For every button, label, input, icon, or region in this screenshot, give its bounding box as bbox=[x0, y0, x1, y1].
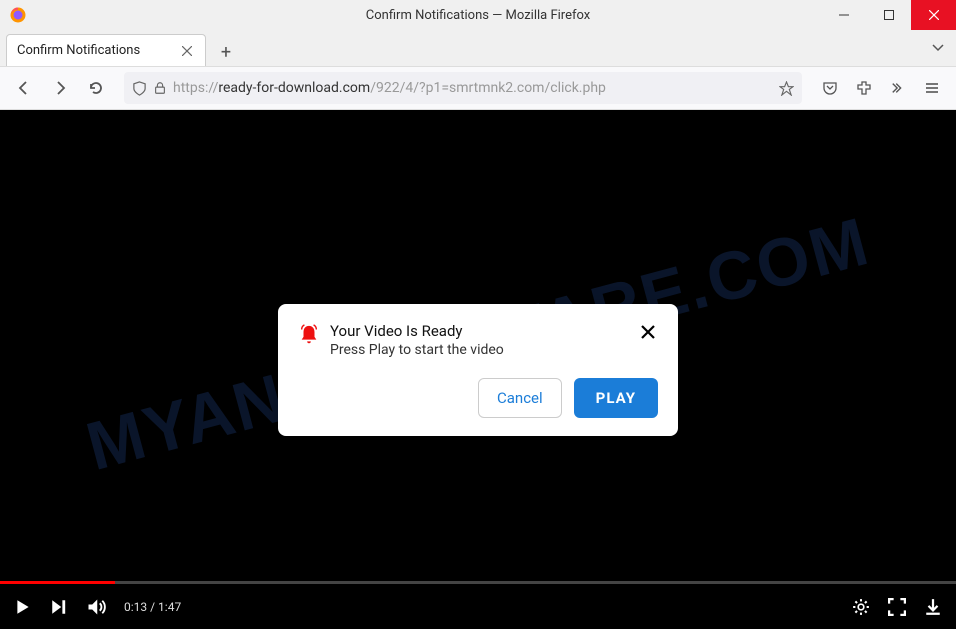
minimize-button[interactable] bbox=[821, 0, 866, 30]
bookmark-star-icon[interactable] bbox=[779, 81, 794, 96]
lock-icon[interactable] bbox=[153, 81, 167, 95]
video-settings-button[interactable] bbox=[852, 598, 870, 616]
list-all-tabs-button[interactable] bbox=[932, 38, 944, 57]
play-button[interactable]: PLAY bbox=[574, 378, 658, 418]
dialog-title: Your Video Is Ready bbox=[330, 322, 628, 340]
navigation-toolbar: https://ready-for-download.com/922/4/?p1… bbox=[0, 66, 956, 110]
window-title: Confirm Notifications — Mozilla Firefox bbox=[366, 8, 590, 23]
url-bar[interactable]: https://ready-for-download.com/922/4/?p1… bbox=[124, 72, 802, 104]
bell-icon bbox=[298, 324, 320, 350]
dialog-subtitle: Press Play to start the video bbox=[330, 342, 628, 358]
shield-icon[interactable] bbox=[132, 81, 147, 96]
browser-tab[interactable]: Confirm Notifications bbox=[6, 34, 206, 66]
video-download-button[interactable] bbox=[924, 598, 942, 616]
video-time: 0:13 / 1:47 bbox=[124, 600, 181, 614]
video-volume-button[interactable] bbox=[86, 597, 106, 617]
extensions-button[interactable] bbox=[848, 72, 880, 104]
firefox-icon bbox=[8, 5, 28, 25]
video-next-button[interactable] bbox=[50, 598, 68, 616]
tab-title: Confirm Notifications bbox=[17, 43, 140, 58]
pocket-button[interactable] bbox=[814, 72, 846, 104]
back-button[interactable] bbox=[8, 72, 40, 104]
new-tab-button[interactable]: + bbox=[212, 38, 240, 66]
overflow-button[interactable] bbox=[882, 72, 914, 104]
url-text: https://ready-for-download.com/922/4/?p1… bbox=[173, 80, 773, 96]
reload-button[interactable] bbox=[80, 72, 112, 104]
video-play-button[interactable] bbox=[14, 598, 32, 616]
maximize-button[interactable] bbox=[866, 0, 911, 30]
video-controls: 0:13 / 1:47 bbox=[0, 584, 956, 629]
page-content: MYANTISPYWARE.COM Your Video Is Ready Pr… bbox=[0, 110, 956, 629]
dialog-close-button[interactable] bbox=[638, 322, 658, 342]
video-fullscreen-button[interactable] bbox=[888, 598, 906, 616]
close-button[interactable] bbox=[911, 0, 956, 30]
forward-button[interactable] bbox=[44, 72, 76, 104]
menu-button[interactable] bbox=[916, 72, 948, 104]
window-titlebar: Confirm Notifications — Mozilla Firefox bbox=[0, 0, 956, 30]
tab-strip: Confirm Notifications + bbox=[0, 30, 956, 66]
tab-close-icon[interactable] bbox=[179, 43, 195, 59]
cancel-button[interactable]: Cancel bbox=[478, 378, 562, 418]
window-controls bbox=[821, 0, 956, 30]
notification-dialog: Your Video Is Ready Press Play to start … bbox=[278, 304, 678, 436]
